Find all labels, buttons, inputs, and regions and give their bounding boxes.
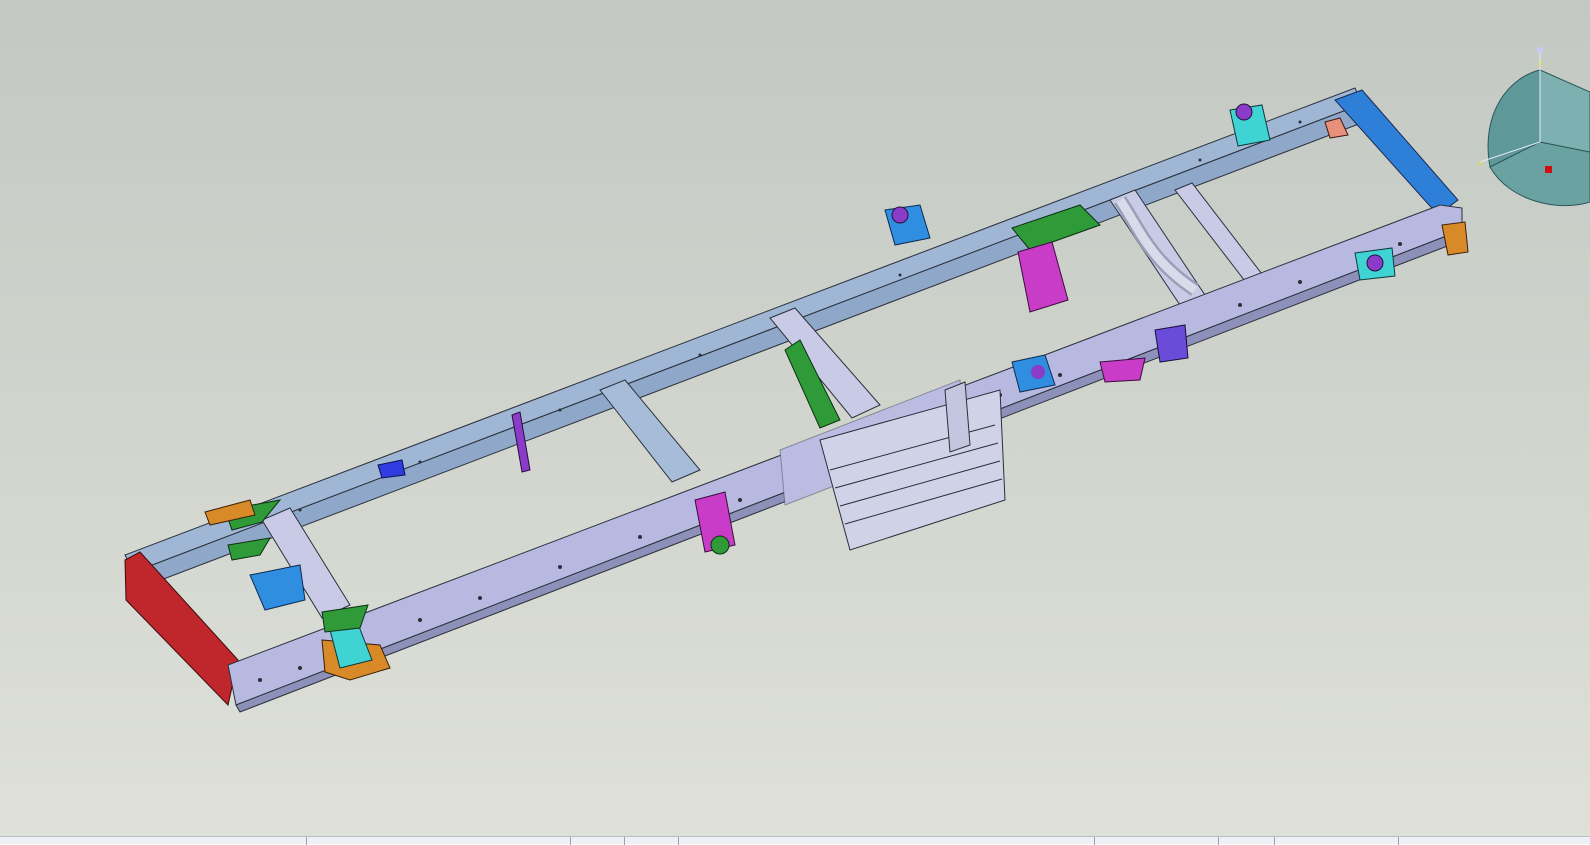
orientation-compass[interactable]: z x — [1470, 42, 1590, 212]
x-axis-label: x — [1478, 159, 1484, 169]
purple-mount-mid — [1154, 324, 1189, 363]
magenta-spring-hanger — [1017, 241, 1069, 313]
purple-bushing-right — [1366, 254, 1384, 272]
z-axis-label: z — [1538, 59, 1543, 69]
chassis-model[interactable] — [0, 0, 1590, 836]
status-bar — [0, 836, 1590, 845]
cross-member-2 — [599, 379, 701, 483]
rear-cross-member — [124, 551, 239, 707]
purple-bushing-top — [891, 206, 909, 224]
magenta-mount-mid — [1099, 357, 1146, 383]
green-bushing-center — [710, 535, 730, 555]
front-cross-member — [1334, 89, 1459, 216]
blue-mount-rear — [249, 564, 306, 611]
purple-bushing-front — [1235, 103, 1253, 121]
compass-origin-marker — [1545, 166, 1552, 173]
orange-shackle-front — [1441, 221, 1469, 256]
3d-viewport[interactable]: z x — [0, 0, 1590, 836]
purple-bushing-middle — [1031, 365, 1045, 379]
